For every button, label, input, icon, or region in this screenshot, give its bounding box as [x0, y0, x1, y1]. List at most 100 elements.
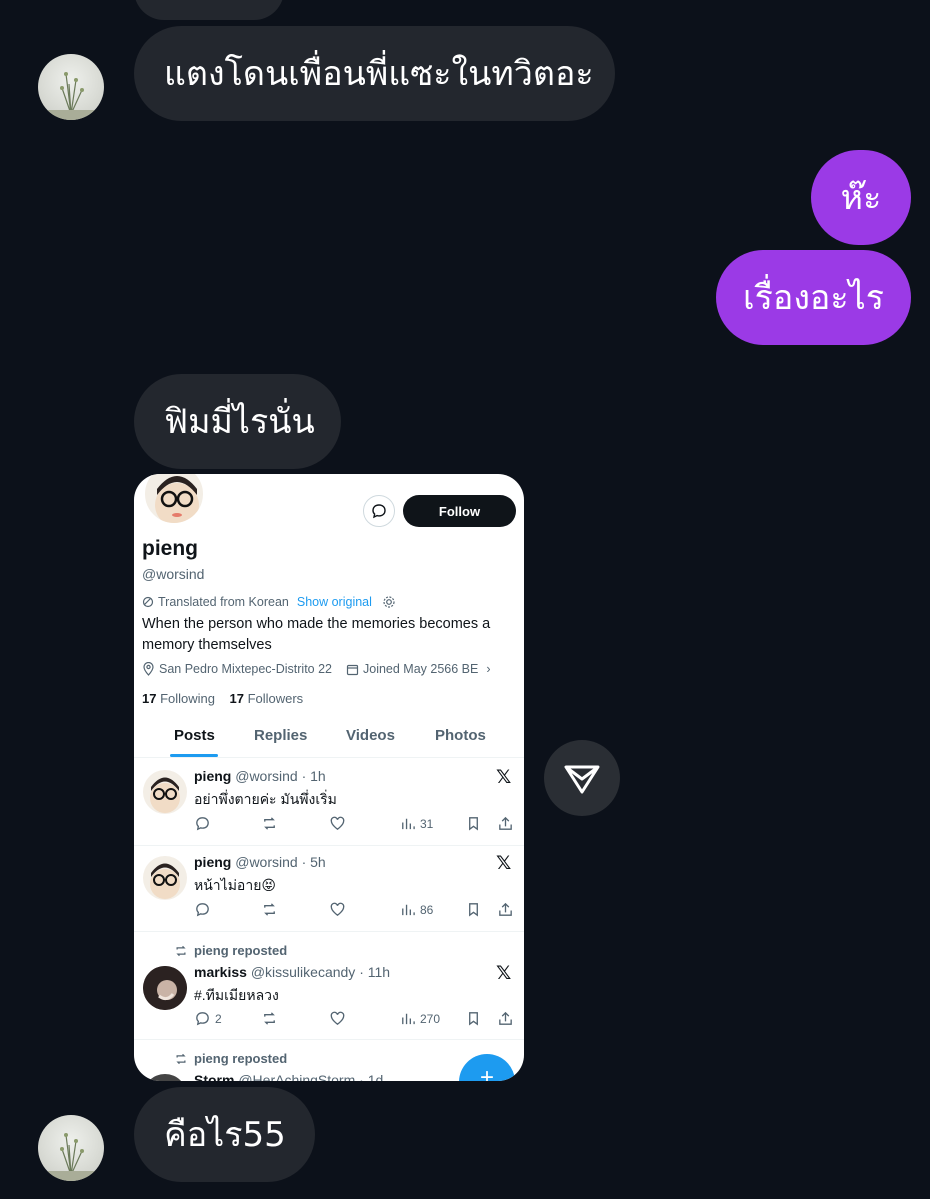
forward-button[interactable]	[544, 740, 620, 816]
repost-button[interactable]	[261, 815, 278, 832]
views-button[interactable]: 270	[399, 1010, 440, 1027]
heart-icon	[330, 902, 345, 916]
bookmark-icon	[469, 1012, 478, 1026]
contact-avatar[interactable]	[38, 54, 104, 120]
post-actions: 31	[194, 815, 519, 835]
post-avatar	[143, 770, 187, 814]
x-logo-icon: 𝕏	[496, 963, 512, 984]
reply-count: 2	[215, 1011, 222, 1026]
following-count: 17	[142, 691, 157, 706]
location-text: San Pedro Mixtepec-Distrito 22	[159, 662, 332, 676]
post-avatar	[143, 856, 187, 900]
share-post-button[interactable]	[497, 1010, 514, 1027]
gear-icon[interactable]	[382, 595, 396, 609]
message-button[interactable]	[363, 495, 395, 527]
reply-button[interactable]	[194, 901, 211, 918]
views-count: 31	[420, 816, 434, 831]
message-bubble-received[interactable]: แตงโดนเพื่อนพี่แซะในทวิตอะ	[134, 26, 615, 121]
x-logo-icon: 𝕏	[496, 767, 512, 788]
views-icon	[402, 904, 415, 916]
repost-label: pieng reposted	[194, 943, 288, 958]
views-button[interactable]: 86	[399, 901, 433, 918]
show-original-link[interactable]: Show original	[297, 595, 372, 609]
bookmark-button[interactable]	[465, 815, 482, 832]
repost-button[interactable]	[261, 901, 278, 918]
reply-button[interactable]	[194, 815, 211, 832]
like-button[interactable]	[329, 1010, 346, 1027]
bookmark-icon	[469, 817, 478, 831]
contact-avatar[interactable]	[38, 1115, 104, 1181]
reply-icon	[196, 1012, 209, 1026]
message-text: คือไร55	[164, 1114, 286, 1155]
post-text: หน้าไม่อาย😝	[194, 877, 276, 893]
post-meta: @kissulikecandy · 11h	[250, 964, 391, 980]
post-author: markiss	[194, 964, 247, 980]
joined-text: Joined May 2566 BE	[363, 662, 479, 676]
post-text: อย่าพึ่งตายค่ะ มันพึ่งเริ่ม	[194, 791, 337, 807]
reply-button[interactable]: 2	[194, 1010, 222, 1027]
reply-icon	[196, 817, 209, 831]
tab-replies[interactable]: Replies	[254, 727, 307, 744]
like-button[interactable]	[329, 815, 346, 832]
profile-avatar	[142, 474, 206, 526]
follow-button[interactable]: Follow	[403, 495, 516, 527]
views-count: 270	[420, 1011, 441, 1026]
chevron-right-icon[interactable]: ›	[486, 662, 490, 676]
follow-counts[interactable]: 17 Following 17 Followers	[142, 691, 303, 706]
x-logo-icon: 𝕏	[496, 853, 512, 874]
profile-handle: @worsind	[142, 566, 205, 582]
post-item[interactable]: pieng reposted markiss @kissulikecandy ·…	[134, 932, 524, 1040]
post-actions: 86	[194, 901, 519, 921]
message-bubble-received[interactable]: คือไร55	[134, 1087, 315, 1182]
repost-button[interactable]	[261, 1010, 278, 1027]
post-item[interactable]: pieng @worsind · 1h 𝕏 อย่าพึ่งตายค่ะ มัน…	[134, 760, 524, 846]
repost-icon	[264, 903, 275, 916]
profile-meta: San Pedro Mixtepec-Distrito 22 Joined Ma…	[142, 662, 491, 676]
upload-icon	[499, 902, 512, 916]
send-icon	[564, 765, 600, 794]
message-text: แตงโดนเพื่อนพี่แซะในทวิตอะ	[164, 53, 594, 94]
post-meta: @worsind · 1h	[235, 768, 326, 784]
calendar-icon	[346, 664, 359, 675]
profile-tabs: Posts Replies Videos Photos	[134, 724, 524, 758]
bookmark-button[interactable]	[465, 901, 482, 918]
followers-count: 17	[229, 691, 244, 706]
shared-profile-screenshot[interactable]: Follow pieng @worsind Translated from Ko…	[134, 474, 524, 1081]
upload-icon	[499, 1011, 512, 1025]
bookmark-icon	[469, 903, 478, 917]
share-post-button[interactable]	[497, 815, 514, 832]
translation-row: Translated from Korean Show original	[142, 595, 396, 609]
views-icon	[402, 818, 415, 830]
post-avatar	[143, 1074, 187, 1081]
repost-icon	[176, 1053, 186, 1064]
repost-indicator: pieng reposted	[174, 943, 287, 958]
like-button[interactable]	[329, 901, 346, 918]
message-icon	[372, 504, 386, 519]
repost-label: pieng reposted	[194, 1051, 288, 1066]
post-item[interactable]: pieng @worsind · 5h 𝕏 หน้าไม่อาย😝 86	[134, 846, 524, 932]
post-author: pieng	[194, 854, 232, 870]
repost-icon	[176, 945, 186, 956]
repost-icon	[264, 817, 275, 830]
tab-photos[interactable]: Photos	[435, 727, 486, 744]
message-bubble-sent[interactable]: ห๊ะ	[811, 150, 911, 245]
message-text: ห๊ะ	[840, 177, 882, 218]
bookmark-button[interactable]	[465, 1010, 482, 1027]
tab-posts[interactable]: Posts	[174, 727, 215, 744]
message-text: เรื่องอะไร	[743, 277, 884, 318]
followers-label: Followers	[247, 691, 304, 706]
message-bubble-received[interactable]: ฟิมมี่ไรนั่น	[134, 374, 341, 469]
message-bubble-sent[interactable]: เรื่องอะไร	[716, 250, 911, 345]
heart-icon	[330, 1011, 345, 1025]
profile-name: pieng	[142, 537, 198, 560]
heart-icon	[330, 816, 345, 830]
avatar-plant-image	[38, 72, 104, 120]
upload-icon	[499, 816, 512, 830]
following-label: Following	[160, 691, 216, 706]
active-tab-indicator	[170, 754, 218, 757]
share-post-button[interactable]	[497, 901, 514, 918]
views-button[interactable]: 31	[399, 815, 433, 832]
avatar-plant-image	[38, 1133, 104, 1181]
post-author: Storm	[194, 1072, 235, 1081]
tab-videos[interactable]: Videos	[346, 727, 395, 744]
